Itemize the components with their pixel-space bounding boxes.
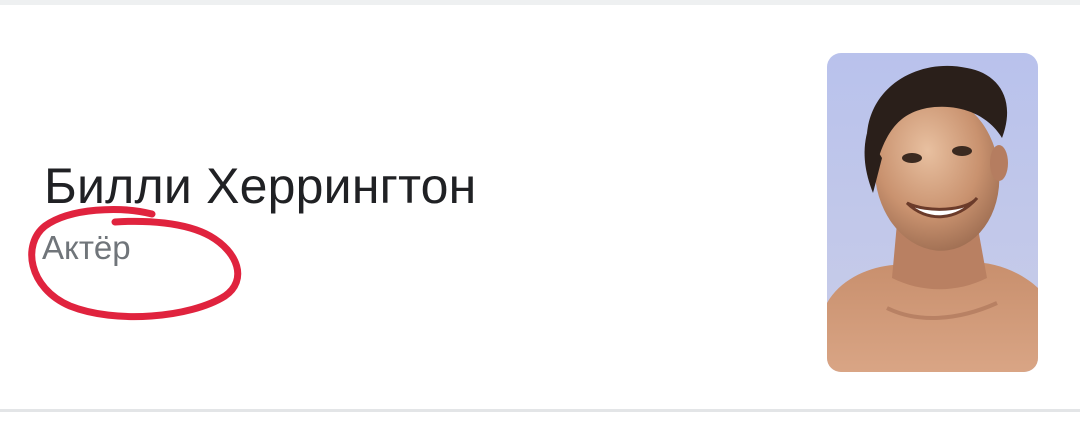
entity-title[interactable]: Билли Херрингтон [44,155,476,217]
entity-description: Актёр [42,229,131,266]
entity-header[interactable]: Билли Херрингтон Актёр [0,5,1080,409]
entity-photo[interactable] [827,53,1038,372]
bottom-area [0,412,1080,432]
knowledge-panel: Билли Херрингтон Актёр [0,0,1080,432]
